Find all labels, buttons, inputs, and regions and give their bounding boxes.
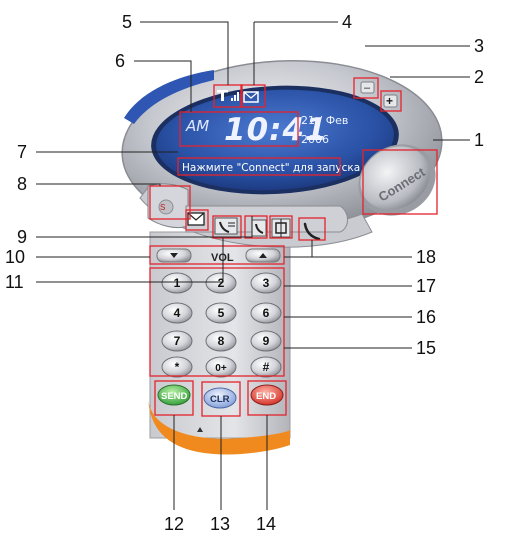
key-0[interactable]: 0+: [205, 356, 237, 378]
key-3[interactable]: 3: [250, 272, 282, 294]
callout-13: 13: [210, 514, 230, 534]
key-8[interactable]: 8: [205, 330, 237, 352]
key-label: 5: [218, 306, 225, 320]
callout-10: 10: [5, 247, 25, 267]
callout-6: 6: [115, 51, 125, 71]
callout-12: 12: [164, 514, 184, 534]
screenshot-canvas: AM 10:41 21 / Фев 2006 Нажмите "Connect"…: [5, 12, 484, 534]
network-icon[interactable]: S: [160, 203, 165, 212]
clr-button[interactable]: CLR: [203, 387, 237, 409]
key-label: 3: [263, 276, 270, 290]
callout-2: 2: [474, 67, 484, 87]
key-label: 1: [174, 276, 181, 290]
minimize-button[interactable]: –: [360, 81, 375, 94]
key-2[interactable]: 2: [205, 272, 237, 294]
send-button[interactable]: SEND: [157, 384, 191, 406]
key-4[interactable]: 4: [161, 302, 193, 324]
maximize-button[interactable]: +: [383, 94, 398, 108]
callout-3: 3: [474, 36, 484, 56]
svg-text:SEND: SEND: [161, 391, 188, 402]
key-label: 4: [174, 306, 181, 320]
key-star[interactable]: *: [161, 356, 193, 378]
svg-text:END: END: [256, 391, 276, 402]
key-7[interactable]: 7: [161, 330, 193, 352]
key-label: 8: [218, 334, 225, 348]
ampm-indicator: AM: [185, 117, 209, 135]
key-6[interactable]: 6: [250, 302, 282, 324]
volume-down-button[interactable]: [156, 248, 192, 263]
svg-text:CLR: CLR: [210, 394, 230, 405]
vol-label: VOL: [211, 252, 234, 264]
key-label: 6: [263, 306, 270, 320]
callout-11: 11: [5, 272, 24, 292]
callout-8: 8: [17, 174, 27, 194]
callout-18: 18: [416, 247, 436, 267]
key-1[interactable]: 1: [161, 272, 193, 294]
key-label: *: [175, 360, 180, 374]
year-display: 2006: [301, 133, 329, 146]
call-log-icon[interactable]: [214, 217, 238, 235]
callout-9: 9: [17, 227, 27, 247]
key-label: 2: [218, 276, 225, 290]
key-9[interactable]: 9: [250, 330, 282, 352]
settings-icon[interactable]: [271, 218, 291, 238]
key-hash[interactable]: #: [250, 356, 282, 378]
key-label: #: [263, 360, 270, 374]
phonebook-icon[interactable]: [251, 219, 267, 237]
key-5[interactable]: 5: [205, 302, 237, 324]
key-label: 0+: [215, 363, 227, 374]
callout-4: 4: [342, 12, 352, 32]
callout-5: 5: [122, 12, 132, 32]
side-menu: S: [147, 183, 189, 229]
callout-17: 17: [416, 276, 436, 296]
svg-text:–: –: [364, 82, 371, 94]
callout-15: 15: [416, 338, 436, 358]
callout-16: 16: [416, 307, 436, 327]
end-button[interactable]: END: [250, 384, 284, 406]
callout-1: 1: [474, 130, 484, 150]
callout-7: 7: [17, 142, 27, 162]
key-label: 9: [263, 334, 270, 348]
key-label: 7: [174, 334, 181, 348]
date-display: 21 / Фев: [301, 114, 348, 127]
status-message: Нажмите "Connect" для запуска: [182, 162, 360, 174]
volume-up-button[interactable]: [245, 248, 281, 263]
svg-text:+: +: [386, 94, 393, 108]
callout-14: 14: [256, 514, 276, 534]
